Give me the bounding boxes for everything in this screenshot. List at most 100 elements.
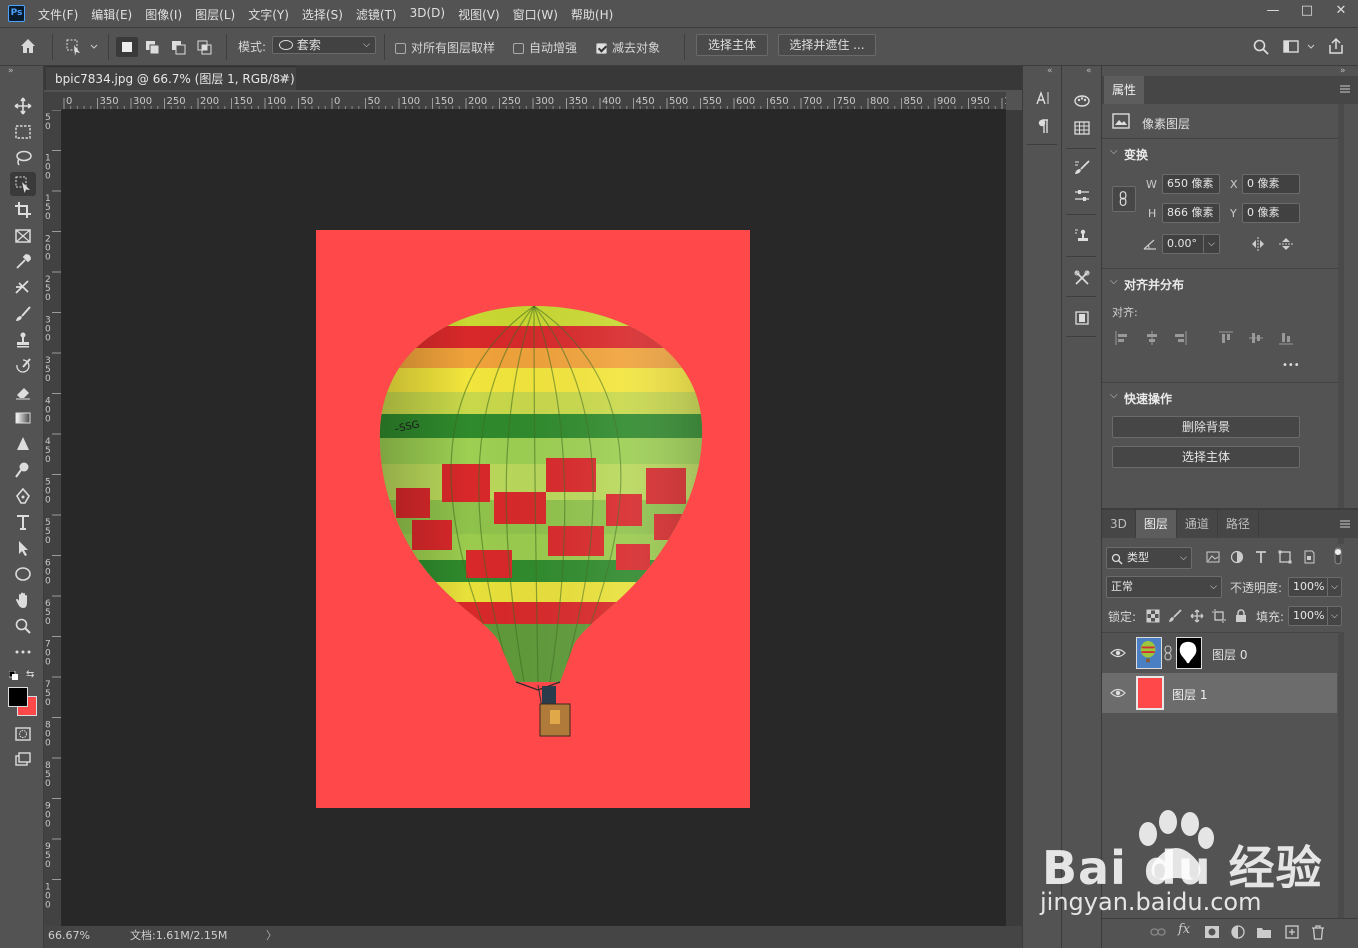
- default-colors-icon[interactable]: [8, 670, 19, 680]
- tool-preset-picker[interactable]: [64, 37, 100, 57]
- sample-all-layers-checkbox[interactable]: 对所有图层取样: [395, 39, 495, 56]
- angle-field[interactable]: 0.00° ⌵: [1162, 234, 1220, 254]
- remove-background-button[interactable]: 删除背景: [1112, 416, 1300, 438]
- filter-type-icon[interactable]: [1254, 550, 1268, 564]
- workspace-icon[interactable]: [1282, 38, 1318, 56]
- align-bottom-icon[interactable]: [1278, 330, 1294, 346]
- lock-transparent-icon[interactable]: [1146, 609, 1160, 623]
- ellipse-tool-icon[interactable]: [10, 562, 36, 586]
- layers-scrollbar[interactable]: [1338, 632, 1344, 922]
- healing-brush-tool-icon[interactable]: [10, 276, 36, 300]
- pen-tool-icon[interactable]: [10, 484, 36, 508]
- select-subject-panel-button[interactable]: 选择主体: [1112, 446, 1300, 468]
- mode-dropdown[interactable]: 套索 ⌵: [272, 36, 376, 54]
- height-field[interactable]: 866 像素: [1162, 203, 1220, 223]
- layer-thumbnail[interactable]: [1136, 637, 1162, 669]
- search-icon[interactable]: [1252, 38, 1270, 56]
- layer-row-selected[interactable]: 图层 1: [1102, 673, 1337, 713]
- auto-enhance-checkbox[interactable]: 自动增强: [513, 39, 577, 56]
- menu-item[interactable]: 图像(I): [145, 6, 182, 23]
- flip-vertical-icon[interactable]: [1278, 236, 1294, 252]
- opacity-dropdown-icon[interactable]: ⌵: [1327, 578, 1341, 596]
- paragraph-panel-icon[interactable]: [1033, 116, 1053, 136]
- chevron-down-icon[interactable]: ⌵: [1110, 146, 1118, 157]
- new-selection-icon[interactable]: [116, 37, 138, 57]
- visibility-eye-icon[interactable]: [1110, 647, 1126, 659]
- visibility-eye-icon[interactable]: [1110, 687, 1126, 699]
- object-selection-tool-icon[interactable]: [10, 172, 36, 196]
- lasso-tool-icon[interactable]: [10, 146, 36, 170]
- minimize-button[interactable]: —: [1256, 0, 1290, 24]
- foreground-color-swatch[interactable]: [8, 687, 28, 707]
- chevron-down-icon-2[interactable]: ⌵: [1110, 276, 1118, 287]
- layer-mask-thumbnail[interactable]: [1176, 637, 1202, 669]
- select-and-mask-button[interactable]: 选择并遮住 ...: [778, 34, 876, 56]
- x-field[interactable]: 0 像素: [1242, 174, 1300, 194]
- mask-link-icon[interactable]: [1164, 645, 1172, 661]
- close-button[interactable]: ✕: [1324, 0, 1358, 24]
- swatches-panel-icon[interactable]: [1072, 118, 1092, 138]
- clone-stamp-tool-icon[interactable]: [10, 328, 36, 352]
- quick-mask-icon[interactable]: [10, 722, 36, 746]
- link-icon[interactable]: [1112, 186, 1136, 212]
- menu-item[interactable]: 图层(L): [195, 6, 235, 23]
- tab-properties[interactable]: 属性: [1104, 76, 1145, 104]
- lock-position-icon[interactable]: [1190, 609, 1204, 623]
- more-options-icon[interactable]: •••: [1282, 360, 1300, 371]
- menu-item[interactable]: 文件(F): [38, 6, 78, 23]
- menu-item[interactable]: 编辑(E): [91, 6, 132, 23]
- filter-smart-object-icon[interactable]: [1302, 550, 1316, 564]
- lock-artboard-icon[interactable]: [1212, 609, 1226, 623]
- menu-item[interactable]: 窗口(W): [513, 6, 558, 23]
- opacity-field[interactable]: 100% ⌵: [1288, 577, 1342, 597]
- tab-2[interactable]: 通道: [1177, 510, 1218, 538]
- menu-item[interactable]: 滤镜(T): [356, 6, 397, 23]
- blur-tool-icon[interactable]: [10, 432, 36, 456]
- panel-menu-icon[interactable]: [1338, 83, 1352, 95]
- add-mask-icon[interactable]: [1204, 924, 1220, 940]
- eyedropper-tool-icon[interactable]: [10, 250, 36, 274]
- layer-row[interactable]: 图层 0: [1102, 633, 1337, 673]
- document-tab[interactable]: bpic7834.jpg @ 66.7% (图层 1, RGB/8#) * ✕: [46, 66, 296, 110]
- layer-style-fx-icon[interactable]: fx: [1178, 922, 1196, 940]
- brush-tool-icon[interactable]: [10, 302, 36, 326]
- tab-0[interactable]: 3D: [1102, 510, 1136, 538]
- character-panel-icon[interactable]: [1033, 88, 1053, 108]
- subtract-object-checkbox[interactable]: 减去对象: [596, 39, 660, 56]
- filter-toggle-icon[interactable]: [1332, 546, 1344, 566]
- collapse-panels-icon[interactable]: «: [1047, 66, 1053, 76]
- swap-colors-icon[interactable]: ⇆: [26, 669, 38, 681]
- subtract-selection-icon[interactable]: [168, 37, 190, 57]
- status-menu-icon[interactable]: 〉: [266, 926, 277, 946]
- gradient-tool-icon[interactable]: [10, 406, 36, 430]
- zoom-tool-icon[interactable]: [10, 614, 36, 638]
- new-adjustment-layer-icon[interactable]: [1230, 924, 1246, 940]
- layer-thumbnail[interactable]: [1136, 676, 1164, 710]
- fill-dropdown-icon[interactable]: ⌵: [1327, 607, 1341, 625]
- brush-settings-icon[interactable]: [1072, 158, 1092, 178]
- flip-horizontal-icon[interactable]: [1250, 236, 1266, 252]
- add-selection-icon[interactable]: [142, 37, 164, 57]
- home-icon[interactable]: [18, 36, 46, 58]
- libraries-panel-icon[interactable]: [1072, 308, 1092, 328]
- adjustments-panel-icon[interactable]: [1072, 186, 1092, 206]
- layer-name[interactable]: 图层 1: [1172, 686, 1207, 703]
- align-center-h-icon[interactable]: [1144, 330, 1160, 346]
- dodge-tool-icon[interactable]: [10, 458, 36, 482]
- expand-panels-icon[interactable]: »: [1340, 66, 1346, 76]
- lock-all-icon[interactable]: [1234, 609, 1248, 623]
- align-top-icon[interactable]: [1218, 330, 1234, 346]
- layer-name[interactable]: 图层 0: [1212, 646, 1247, 663]
- blend-mode-dropdown[interactable]: 正常 ⌵: [1106, 576, 1222, 598]
- width-field[interactable]: 650 像素: [1162, 174, 1220, 194]
- angle-dropdown-icon[interactable]: ⌵: [1203, 235, 1219, 253]
- align-left-icon[interactable]: [1114, 330, 1130, 346]
- link-layers-icon[interactable]: [1150, 924, 1166, 940]
- fill-field[interactable]: 100% ⌵: [1288, 606, 1342, 626]
- path-selection-tool-icon[interactable]: [10, 536, 36, 560]
- select-subject-button[interactable]: 选择主体: [696, 34, 768, 56]
- color-panel-icon[interactable]: [1072, 90, 1092, 110]
- tools-panel-icon[interactable]: [1072, 268, 1092, 288]
- history-brush-tool-icon[interactable]: [10, 354, 36, 378]
- crop-tool-icon[interactable]: [10, 198, 36, 222]
